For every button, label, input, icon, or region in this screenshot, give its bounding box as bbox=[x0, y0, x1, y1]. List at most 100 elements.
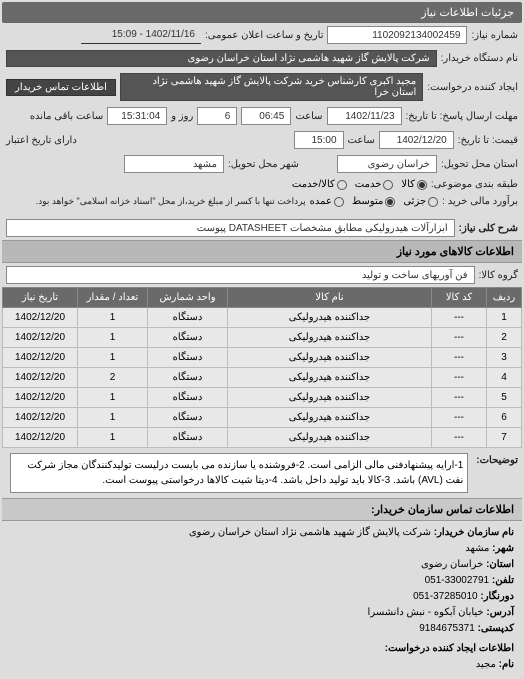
radio-icon bbox=[334, 197, 344, 207]
th-code: کد کالا bbox=[432, 288, 487, 308]
items-table: ردیف کد کالا نام کالا واحد شمارش تعداد /… bbox=[2, 287, 522, 448]
table-cell: 1402/12/20 bbox=[3, 348, 78, 368]
contact-postal-label: کدپستی: bbox=[478, 623, 514, 634]
buyer-org-value: شرکت پالایش گاز شهید هاشمی نژاد استان خر… bbox=[6, 50, 437, 67]
radio-icon bbox=[385, 197, 395, 207]
th-name: نام کالا bbox=[228, 288, 432, 308]
contact-creator-label: اطلاعات ایجاد کننده درخواست: bbox=[385, 643, 514, 654]
deadline-remaining: 15:31:04 bbox=[107, 107, 167, 125]
table-cell: جداکننده هیدرولیکی bbox=[228, 428, 432, 448]
announce-date-value: 1402/11/16 - 15:09 bbox=[81, 26, 201, 44]
price-label: قیمت: تا تاریخ: bbox=[458, 135, 518, 146]
price-time: 15:00 bbox=[294, 131, 344, 149]
table-cell: --- bbox=[432, 368, 487, 388]
item-group-value: فن آوریهای ساخت و تولید bbox=[6, 266, 475, 284]
th-qty: تعداد / مقدار bbox=[78, 288, 148, 308]
creator-label: ایجاد کننده درخواست: bbox=[427, 82, 518, 93]
table-row: 7---جداکننده هیدرولیکیدستگاه11402/12/20 bbox=[3, 428, 522, 448]
panel-title: جزئیات اطلاعات نیاز bbox=[421, 7, 514, 19]
table-cell: 7 bbox=[487, 428, 522, 448]
contact-name-label: نام: bbox=[499, 659, 514, 670]
table-cell: دستگاه bbox=[148, 368, 228, 388]
panel-header: جزئیات اطلاعات نیاز bbox=[2, 2, 522, 23]
price-valid-label: دارای تاریخ اعتبار bbox=[6, 135, 77, 146]
table-cell: جداکننده هیدرولیکی bbox=[228, 388, 432, 408]
table-row: 3---جداکننده هیدرولیکیدستگاه11402/12/20 bbox=[3, 348, 522, 368]
row-budget-scale: طبقه بندی موضوعی: کالا خدمت کالا/خدمت bbox=[2, 176, 522, 193]
budget-option-goods[interactable]: کالا bbox=[401, 179, 427, 190]
province-value: خراسان رضوی bbox=[337, 155, 437, 173]
purchase-scale-group: جزئی متوسط عمده bbox=[310, 196, 439, 207]
table-cell: 1 bbox=[487, 308, 522, 328]
budget-option-both[interactable]: کالا/خدمت bbox=[292, 179, 347, 190]
buyer-contact-button[interactable]: اطلاعات تماس خریدار bbox=[6, 79, 116, 96]
table-cell: 1402/12/20 bbox=[3, 328, 78, 348]
budget-scale-group: کالا خدمت کالا/خدمت bbox=[292, 179, 427, 190]
table-cell: 1 bbox=[78, 328, 148, 348]
purchase-option-medium[interactable]: متوسط bbox=[352, 196, 395, 207]
contact-section-title: اطلاعات تماس سازمان خریدار: bbox=[2, 498, 522, 521]
city-value: مشهد bbox=[124, 155, 224, 173]
purchase-option-major[interactable]: عمده bbox=[310, 196, 344, 207]
items-table-header-row: ردیف کد کالا نام کالا واحد شمارش تعداد /… bbox=[3, 288, 522, 308]
price-date: 1402/12/20 bbox=[379, 131, 454, 149]
purchase-scale-label: برآورد مالی خرید : bbox=[442, 196, 518, 207]
contact-section: نام سازمان خریدار: شرکت پالایش گاز شهید … bbox=[2, 521, 522, 677]
table-cell: 3 bbox=[487, 348, 522, 368]
table-cell: جداکننده هیدرولیکی bbox=[228, 368, 432, 388]
contact-city: مشهد bbox=[465, 543, 489, 554]
notes-label: توضیحات: bbox=[476, 451, 518, 466]
items-section-title: اطلاعات کالاهای مورد نیاز bbox=[2, 240, 522, 263]
notes-text: 1-ارایه پیشنهادفنی مالی الزامی است. 2-فر… bbox=[10, 453, 468, 493]
table-cell: --- bbox=[432, 428, 487, 448]
table-cell: 5 bbox=[487, 388, 522, 408]
table-cell: 2 bbox=[487, 328, 522, 348]
deadline-remaining-label: ساعت باقی مانده bbox=[30, 111, 103, 122]
radio-icon bbox=[337, 180, 347, 190]
table-row: 5---جداکننده هیدرولیکیدستگاه11402/12/20 bbox=[3, 388, 522, 408]
buyer-org-label: نام دستگاه خریدار: bbox=[441, 53, 518, 64]
table-cell: --- bbox=[432, 308, 487, 328]
table-cell: 1402/12/20 bbox=[3, 408, 78, 428]
row-buyer-org: نام دستگاه خریدار: شرکت پالایش گاز شهید … bbox=[2, 47, 522, 70]
row-item-group: گروه کالا: فن آوریهای ساخت و تولید bbox=[2, 263, 522, 287]
row-price-validity: قیمت: تا تاریخ: 1402/12/20 ساعت 15:00 دا… bbox=[2, 128, 522, 152]
contact-org: شرکت پالایش گاز شهید هاشمی نژاد استان خر… bbox=[189, 527, 431, 538]
table-cell: دستگاه bbox=[148, 308, 228, 328]
contact-province: خراسان رضوی bbox=[421, 559, 483, 570]
contact-address-label: آدرس: bbox=[486, 607, 514, 618]
th-date: تاریخ نیاز bbox=[3, 288, 78, 308]
contact-province-label: استان: bbox=[486, 559, 514, 570]
contact-name: مجید bbox=[476, 659, 496, 670]
row-request-number: شماره نیاز: 1102092134002459 تاریخ و ساع… bbox=[2, 23, 522, 47]
table-cell: جداکننده هیدرولیکی bbox=[228, 408, 432, 428]
contact-phone: 33002791-051 bbox=[425, 575, 490, 586]
row-deadline: مهلت ارسال پاسخ: تا تاریخ: 1402/11/23 سا… bbox=[2, 104, 522, 128]
row-purchase-scale: برآورد مالی خرید : جزئی متوسط عمده پرداخ… bbox=[2, 193, 522, 210]
table-cell: دستگاه bbox=[148, 348, 228, 368]
table-cell: دستگاه bbox=[148, 328, 228, 348]
row-creator: ایجاد کننده درخواست: مجید اکبری کارشناس … bbox=[2, 70, 522, 104]
deadline-date: 1402/11/23 bbox=[327, 107, 402, 125]
table-cell: 1 bbox=[78, 428, 148, 448]
table-cell: 1 bbox=[78, 388, 148, 408]
contact-phone-label: تلفن: bbox=[492, 575, 514, 586]
th-unit: واحد شمارش bbox=[148, 288, 228, 308]
budget-option-service[interactable]: خدمت bbox=[355, 179, 394, 190]
row-location: استان محل تحویل: خراسان رضوی شهر محل تحو… bbox=[2, 152, 522, 176]
city-label: شهر محل تحویل: bbox=[228, 159, 299, 170]
radio-icon bbox=[428, 197, 438, 207]
deadline-days: 6 bbox=[197, 107, 237, 125]
contact-fax-label: دورنگار: bbox=[480, 591, 514, 602]
row-subject: شرح کلی نیاز: ابزارآلات هیدرولیکی مطابق … bbox=[2, 216, 522, 240]
purchase-option-minor[interactable]: جزئی bbox=[403, 196, 438, 207]
purchase-scale-note: پرداخت تنها با کسر از مبلغ خرید،از محل "… bbox=[36, 196, 306, 207]
deadline-time: 06:45 bbox=[241, 107, 291, 125]
creator-value: مجید اکبری کارشناس خرید شرکت پالایش گاز … bbox=[120, 73, 423, 101]
table-cell: دستگاه bbox=[148, 428, 228, 448]
request-number-value: 1102092134002459 bbox=[327, 26, 467, 44]
deadline-time-label: ساعت bbox=[295, 111, 322, 122]
table-row: 2---جداکننده هیدرولیکیدستگاه11402/12/20 bbox=[3, 328, 522, 348]
price-time-label: ساعت bbox=[348, 135, 375, 146]
table-cell: 1 bbox=[78, 408, 148, 428]
